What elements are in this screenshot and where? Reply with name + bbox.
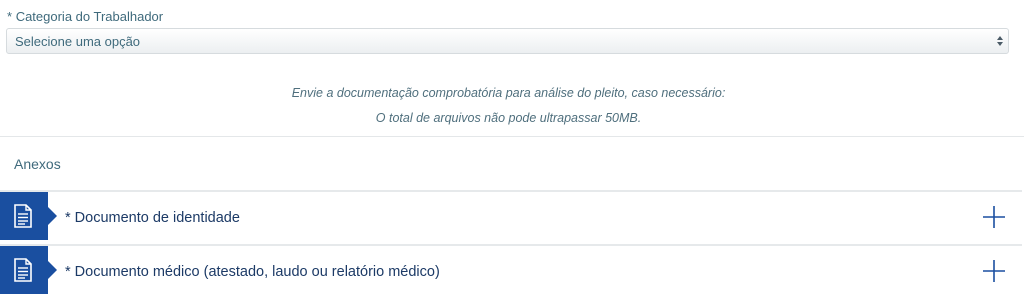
plus-icon[interactable]: [982, 205, 1006, 229]
category-select-value: Selecione uma opção: [15, 33, 141, 49]
category-label-text: Categoria do Trabalhador: [15, 9, 164, 24]
select-arrows-icon: [997, 36, 1003, 46]
required-marker: *: [7, 9, 13, 24]
attachments-title: Anexos: [14, 156, 61, 172]
document-icon: [14, 258, 32, 282]
upload-size-limit: O total de arquivos não pode ultrapassar…: [375, 111, 642, 125]
category-select[interactable]: Selecione uma opção: [6, 28, 1009, 54]
attachment-label: * Documento médico (atestado, laudo ou r…: [65, 264, 440, 280]
plus-icon[interactable]: [982, 259, 1006, 283]
page: * Categoria do Trabalhador Selecione uma…: [0, 0, 1024, 298]
attachment-row-identity[interactable]: * Documento de identidade: [0, 190, 1022, 240]
attachment-icon-tab: [0, 192, 57, 240]
category-label: * Categoria do Trabalhador: [7, 9, 163, 24]
attachment-row-medical[interactable]: * Documento médico (atestado, laudo ou r…: [0, 244, 1022, 294]
document-icon: [14, 204, 32, 228]
attachment-icon-tab: [0, 246, 57, 294]
attachment-label: * Documento de identidade: [65, 210, 240, 226]
section-divider: [0, 136, 1024, 137]
upload-instructions: Envie a documentação comprobatória para …: [291, 86, 726, 100]
